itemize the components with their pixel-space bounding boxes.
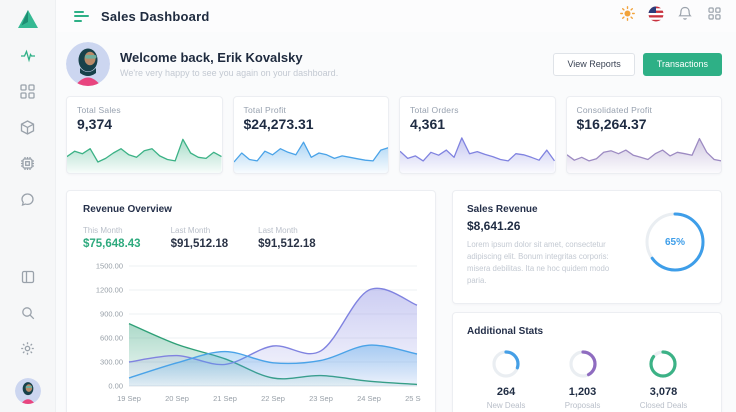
sidebar-user-avatar[interactable] xyxy=(15,378,41,404)
sidebar-nav xyxy=(19,49,37,211)
stat-card-total-sales[interactable]: Total Sales 9,374 xyxy=(66,96,223,174)
additional-stats-title: Additional Stats xyxy=(467,326,707,337)
revenue-stat-last-month: Last Month $91,512.18 xyxy=(171,226,229,250)
svg-text:20 Sep: 20 Sep xyxy=(165,394,189,403)
stat-proposals: 1,203 Proposals xyxy=(565,349,601,410)
consolidated-profit-sparkline xyxy=(567,129,722,173)
proposals-ring xyxy=(568,349,598,379)
sales-revenue-donut: 65% xyxy=(643,210,707,274)
stat-card-total-profit[interactable]: Total Profit $24,273.31 xyxy=(233,96,390,174)
sidebar-bottom-nav xyxy=(15,270,41,404)
topbar-actions xyxy=(619,8,722,24)
stat-card-label: Consolidated Profit xyxy=(577,105,653,115)
sun-icon xyxy=(620,6,635,26)
stat-card-label: Total Orders xyxy=(410,105,459,115)
total-sales-sparkline xyxy=(67,129,222,173)
apps-menu-button[interactable] xyxy=(706,8,722,24)
svg-text:300.00: 300.00 xyxy=(100,358,123,367)
cube-icon xyxy=(20,120,35,140)
bell-icon xyxy=(678,6,692,26)
page-title: Sales Dashboard xyxy=(101,9,210,24)
revenue-stat-this-month: This Month $75,648.43 xyxy=(83,226,141,250)
sidebar-item-docs[interactable] xyxy=(19,270,37,288)
topbar: Sales Dashboard xyxy=(56,0,736,32)
stat-card-label: Total Sales xyxy=(77,105,121,115)
theme-toggle-button[interactable] xyxy=(619,8,635,24)
sales-revenue-description: Lorem ipsum dolor sit amet, consectetur … xyxy=(467,239,627,287)
donut-percent-label: 65% xyxy=(643,210,707,274)
stat-cards-row: Total Sales 9,374 Total Profit $24,273.3… xyxy=(66,96,722,174)
stat-card-label: Total Profit xyxy=(244,105,287,115)
welcome-subtitle: We're very happy to see you again on you… xyxy=(120,68,338,78)
sidebar xyxy=(0,0,56,412)
new-deals-ring xyxy=(491,349,521,379)
apps-grid-icon xyxy=(708,7,721,25)
us-flag-icon xyxy=(648,6,664,27)
svg-text:25 Sep: 25 Sep xyxy=(405,394,421,403)
sidebar-item-settings[interactable] xyxy=(19,342,37,360)
svg-text:23 Sep: 23 Sep xyxy=(309,394,333,403)
svg-text:21 Sep: 21 Sep xyxy=(213,394,237,403)
sidebar-item-search[interactable] xyxy=(19,306,37,324)
language-selector[interactable] xyxy=(648,8,664,24)
chat-icon xyxy=(20,192,35,212)
sales-revenue-title: Sales Revenue xyxy=(467,204,627,215)
notifications-button[interactable] xyxy=(677,8,693,24)
sidebar-item-dashboard[interactable] xyxy=(19,85,37,103)
svg-text:900.00: 900.00 xyxy=(100,310,123,319)
svg-text:19 Sep: 19 Sep xyxy=(117,394,141,403)
svg-text:0.00: 0.00 xyxy=(108,382,123,391)
welcome-header: Welcome back, Erik Kovalsky We're very h… xyxy=(66,42,722,86)
revenue-stat-last-month-2: Last Month $91,512.18 xyxy=(258,226,316,250)
sidebar-item-activity[interactable] xyxy=(19,49,37,67)
chip-icon xyxy=(20,156,35,176)
total-orders-sparkline xyxy=(400,129,555,173)
svg-text:600.00: 600.00 xyxy=(100,334,123,343)
sales-revenue-value: $8,641.26 xyxy=(467,219,627,233)
activity-icon xyxy=(20,48,36,69)
transactions-button[interactable]: Transactions xyxy=(643,53,722,76)
total-profit-sparkline xyxy=(234,129,389,173)
main-content: Welcome back, Erik Kovalsky We're very h… xyxy=(56,32,736,412)
stat-card-total-orders[interactable]: Total Orders 4,361 xyxy=(399,96,556,174)
gear-icon xyxy=(20,341,35,361)
layout-icon xyxy=(21,270,35,289)
revenue-area-chart: 0.00 300.00 600.00 900.00 1200.00 1500.00 19 S… xyxy=(83,258,421,408)
revenue-overview-title: Revenue Overview xyxy=(83,204,419,215)
closed-deals-ring xyxy=(648,349,678,379)
stat-new-deals: 264 New Deals xyxy=(487,349,526,410)
stat-card-consolidated-profit[interactable]: Consolidated Profit $16,264.37 xyxy=(566,96,723,174)
svg-text:24 Sep: 24 Sep xyxy=(357,394,381,403)
sidebar-item-messages[interactable] xyxy=(19,193,37,211)
additional-stats-panel: Additional Stats 264 New Deals 1,203 Pro… xyxy=(452,312,722,412)
svg-text:1500.00: 1500.00 xyxy=(96,262,123,271)
svg-text:1200.00: 1200.00 xyxy=(96,286,123,295)
sidebar-item-system[interactable] xyxy=(19,157,37,175)
sidebar-item-products[interactable] xyxy=(19,121,37,139)
search-icon xyxy=(21,306,35,325)
stat-closed-deals: 3,078 Closed Deals xyxy=(640,349,688,410)
grid-icon xyxy=(20,84,35,104)
sales-revenue-panel: Sales Revenue $8,641.26 Lorem ipsum dolo… xyxy=(452,190,722,304)
app-logo-icon[interactable] xyxy=(16,8,40,35)
view-reports-button[interactable]: View Reports xyxy=(553,53,634,76)
welcome-title: Welcome back, Erik Kovalsky xyxy=(120,50,338,65)
menu-toggle-icon[interactable] xyxy=(74,11,89,22)
revenue-overview-panel: Revenue Overview This Month $75,648.43 L… xyxy=(66,190,436,412)
user-avatar xyxy=(66,42,110,86)
svg-text:22 Sep: 22 Sep xyxy=(261,394,285,403)
